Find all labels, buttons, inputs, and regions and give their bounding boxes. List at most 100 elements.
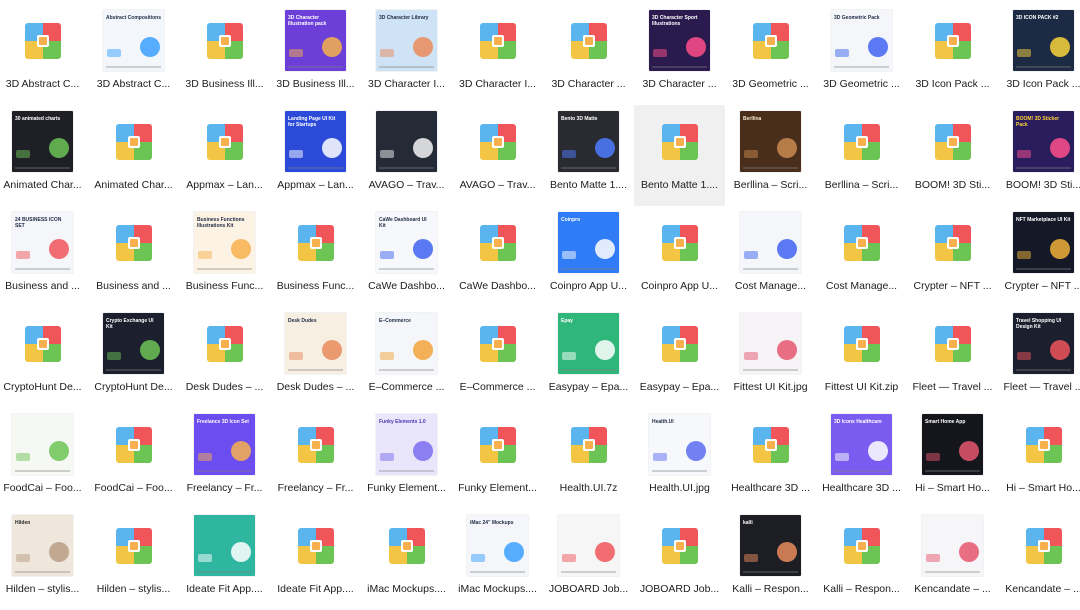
file-item[interactable]: 3D Abstract C...: [0, 4, 88, 105]
file-item[interactable]: Bento Matte 1....: [634, 105, 725, 206]
file-item[interactable]: 3D Business Ill...: [179, 4, 270, 105]
file-item[interactable]: Fleet — Travel ...: [907, 307, 998, 408]
image-thumbnail: iMac 24" Mockups: [467, 515, 528, 576]
file-item[interactable]: Abstract Compositions 3D Abstract C...: [88, 4, 179, 105]
file-name-label: Cost Manage...: [734, 280, 807, 292]
file-item[interactable]: Bento 3D Matte Bento Matte 1....: [543, 105, 634, 206]
file-name-label: FoodCai – Foo...: [3, 482, 82, 494]
file-item[interactable]: Travel Shopping UI Design Kit Fleet — Tra…: [998, 307, 1080, 408]
file-item[interactable]: 30 animated charts Animated Char...: [0, 105, 88, 206]
zip-archive-icon: [389, 528, 425, 564]
file-item[interactable]: JOBOARD Job...: [634, 509, 725, 610]
file-item[interactable]: AVAGO – Trav...: [452, 105, 543, 206]
file-item[interactable]: FoodCai – Foo...: [0, 408, 88, 509]
file-item[interactable]: Appmax – Lan...: [179, 105, 270, 206]
file-item[interactable]: kalli Kalli – Respon...: [725, 509, 816, 610]
file-item[interactable]: Crypter – NFT ...: [907, 206, 998, 307]
file-item[interactable]: E–Commerce E–Commerce ...: [361, 307, 452, 408]
file-name-label: Kalli – Respon...: [823, 583, 900, 595]
image-thumbnail: Desk Dudes: [285, 313, 346, 374]
file-item[interactable]: Fittest UI Kit.jpg: [725, 307, 816, 408]
file-item[interactable]: NFT Marketplace UI Kit Crypter – NFT ...: [998, 206, 1080, 307]
file-item[interactable]: 3D Character Library 3D Character I...: [361, 4, 452, 105]
file-item[interactable]: BOOM! 3D Sti...: [907, 105, 998, 206]
file-item[interactable]: Coinpro Coinpro App U...: [543, 206, 634, 307]
thumbnail-caption: Coinpro: [561, 217, 581, 223]
file-item[interactable]: Epay Easypay – Epa...: [543, 307, 634, 408]
file-item[interactable]: 3D Character Illustration pack 3D Busines…: [270, 4, 361, 105]
file-item[interactable]: Funky Elements 1.0 Funky Element...: [361, 408, 452, 509]
file-name-label: 3D Character I...: [367, 78, 446, 90]
file-item[interactable]: AVAGO – Trav...: [361, 105, 452, 206]
zip-archive-icon: [207, 23, 243, 59]
file-name-label: Business Func...: [276, 280, 355, 292]
file-item[interactable]: Kencandate – ...: [998, 509, 1080, 610]
file-item[interactable]: Healthcare 3D ...: [725, 408, 816, 509]
file-item[interactable]: Hilden Hilden – stylis...: [0, 509, 88, 610]
file-item[interactable]: Hilden – stylis...: [88, 509, 179, 610]
file-name-label: Funky Element...: [458, 482, 537, 494]
file-item[interactable]: iMac Mockups....: [361, 509, 452, 610]
thumbnail-caption: Epay: [561, 318, 573, 324]
image-thumbnail: 3D Character Sport Illustrations: [649, 10, 710, 71]
file-name-label: Kencandate – ...: [1005, 583, 1080, 595]
file-item[interactable]: Freelancy – Fr...: [270, 408, 361, 509]
file-item[interactable]: Desk Dudes – ...: [179, 307, 270, 408]
file-item[interactable]: Kencandate – ...: [907, 509, 998, 610]
file-item[interactable]: Berllina – Scri...: [816, 105, 907, 206]
file-name-label: BOOM! 3D Sti...: [1005, 179, 1080, 191]
file-item[interactable]: Ideate Fit App....: [270, 509, 361, 610]
file-item[interactable]: CryptoHunt De...: [0, 307, 88, 408]
file-name-label: Bento Matte 1....: [549, 179, 628, 191]
image-thumbnail: Freelance 3D Icon Set: [194, 414, 255, 475]
file-item[interactable]: Animated Char...: [88, 105, 179, 206]
file-item[interactable]: 24 BUSINESS ICON SET Business and ...: [0, 206, 88, 307]
file-item[interactable]: Easypay – Epa...: [634, 307, 725, 408]
file-item[interactable]: JOBOARD Job...: [543, 509, 634, 610]
image-thumbnail: Smart Home App: [922, 414, 983, 475]
file-name-label: Bento Matte 1....: [640, 179, 719, 191]
file-item[interactable]: iMac 24" Mockups iMac Mockups....: [452, 509, 543, 610]
file-item[interactable]: Business Functions Illustrations Kit Busi…: [179, 206, 270, 307]
file-name-label: Hi – Smart Ho...: [1006, 482, 1080, 494]
file-item[interactable]: FoodCai – Foo...: [88, 408, 179, 509]
file-item[interactable]: E–Commerce ...: [452, 307, 543, 408]
file-item[interactable]: Landing Page UI Kit for Startups Appmax –…: [270, 105, 361, 206]
file-item[interactable]: 3D Character ...: [543, 4, 634, 105]
file-item[interactable]: 3D Geometric ...: [725, 4, 816, 105]
file-item[interactable]: Smart Home App Hi – Smart Ho...: [907, 408, 998, 509]
file-item[interactable]: Business and ...: [88, 206, 179, 307]
file-item[interactable]: Ideate Fit App....: [179, 509, 270, 610]
file-item[interactable]: Health.UI Health.UI.jpg: [634, 408, 725, 509]
image-thumbnail: [922, 515, 983, 576]
zip-archive-icon: [662, 124, 698, 160]
file-item[interactable]: 3D Icons Healthcare Healthcare 3D ...: [816, 408, 907, 509]
zip-archive-icon: [662, 225, 698, 261]
file-item[interactable]: Crypto Exchange UI Kit CryptoHunt De...: [88, 307, 179, 408]
file-item[interactable]: Berllina Berllina – Scri...: [725, 105, 816, 206]
file-item[interactable]: 3D ICON PACK #2 3D Icon Pack ...: [998, 4, 1080, 105]
zip-archive-icon: [116, 225, 152, 261]
file-item[interactable]: Fittest UI Kit.zip: [816, 307, 907, 408]
file-name-label: iMac Mockups....: [458, 583, 537, 595]
file-item[interactable]: Freelance 3D Icon Set Freelancy – Fr...: [179, 408, 270, 509]
file-item[interactable]: Kalli – Respon...: [816, 509, 907, 610]
file-item[interactable]: CaWe Dashboard UI Kit CaWe Dashbo...: [361, 206, 452, 307]
file-item[interactable]: Funky Element...: [452, 408, 543, 509]
file-item[interactable]: 3D Geometric Pack 3D Geometric ...: [816, 4, 907, 105]
file-name-label: 3D Character ...: [642, 78, 717, 90]
thumbnail-caption: 3D Character Sport Illustrations: [652, 15, 698, 27]
file-item[interactable]: Business Func...: [270, 206, 361, 307]
file-item[interactable]: Health.UI.7z: [543, 408, 634, 509]
file-item[interactable]: Cost Manage...: [816, 206, 907, 307]
file-item[interactable]: CaWe Dashbo...: [452, 206, 543, 307]
file-item[interactable]: 3D Character I...: [452, 4, 543, 105]
file-item[interactable]: Cost Manage...: [725, 206, 816, 307]
file-item[interactable]: Hi – Smart Ho...: [998, 408, 1080, 509]
file-item[interactable]: 3D Character Sport Illustrations 3D Chara…: [634, 4, 725, 105]
file-item[interactable]: 3D Icon Pack ...: [907, 4, 998, 105]
zip-archive-icon: [116, 124, 152, 160]
file-item[interactable]: BOOM! 3D Sticker Pack BOOM! 3D Sti...: [998, 105, 1080, 206]
file-item[interactable]: Coinpro App U...: [634, 206, 725, 307]
file-item[interactable]: Desk Dudes Desk Dudes – ...: [270, 307, 361, 408]
